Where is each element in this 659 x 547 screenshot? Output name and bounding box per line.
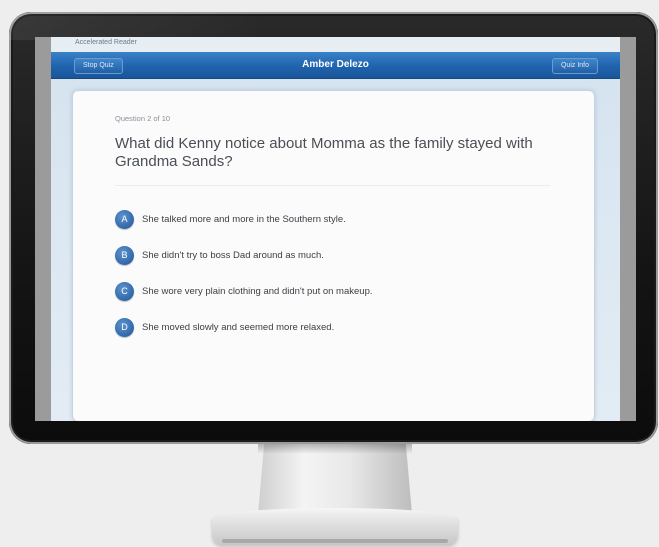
stand-shadow	[258, 444, 412, 454]
screen-glare	[9, 12, 269, 40]
app-title: Accelerated Reader	[75, 39, 137, 46]
quiz-info-button[interactable]: Quiz Info	[551, 58, 598, 74]
answer-letter-badge: A	[115, 210, 134, 229]
student-name: Amber Delezo	[302, 59, 369, 70]
question-text: What did Kenny notice about Momma as the…	[115, 135, 533, 170]
divider	[115, 185, 550, 186]
answer-text: She wore very plain clothing and didn't …	[142, 286, 373, 297]
answer-letter-badge: B	[115, 246, 134, 265]
answer-text: She talked more and more in the Southern…	[142, 214, 346, 225]
stand-base-edge	[222, 539, 448, 543]
question-progress: Question 2 of 10	[115, 114, 171, 123]
right-margin	[620, 37, 636, 421]
screen: Accelerated Reader Stop Quiz Amber Delez…	[35, 37, 636, 421]
answer-letter-badge: D	[115, 318, 134, 337]
answer-text: She moved slowly and seemed more relaxed…	[142, 322, 335, 333]
answer-text: She didn't try to boss Dad around as muc…	[142, 250, 324, 261]
app-header: Accelerated Reader Stop Quiz Amber Delez…	[51, 37, 620, 79]
answer-letter-badge: C	[115, 282, 134, 301]
quiz-toolbar: Stop Quiz Amber Delezo Quiz Info	[51, 52, 620, 79]
left-margin	[35, 37, 51, 421]
monitor-stand-neck	[258, 444, 412, 514]
